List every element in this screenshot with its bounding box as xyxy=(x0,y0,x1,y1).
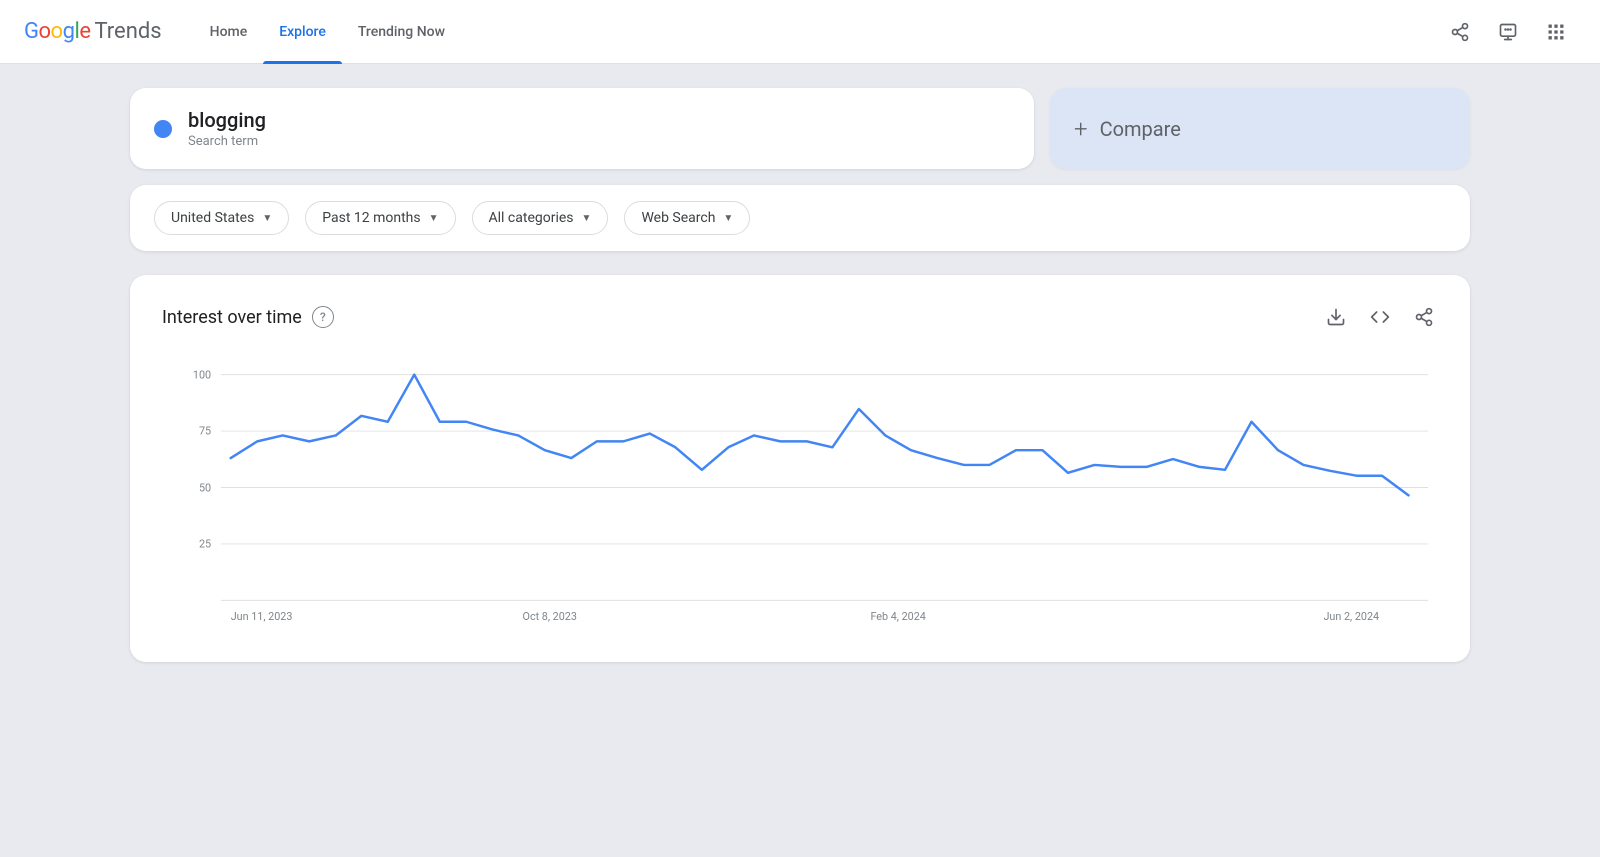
share-chart-button[interactable] xyxy=(1410,303,1438,331)
nav-home[interactable]: Home xyxy=(194,0,264,64)
share-button[interactable] xyxy=(1440,12,1480,52)
chart-container: 100 75 50 25 Jun 11, 2023 Oct 8, 2023 Fe… xyxy=(162,355,1438,634)
y-label-25: 25 xyxy=(199,537,211,550)
embed-button[interactable] xyxy=(1366,303,1394,331)
download-icon xyxy=(1326,307,1346,327)
logo: Google Trends xyxy=(24,19,162,44)
header-actions xyxy=(1440,12,1576,52)
nav-explore[interactable]: Explore xyxy=(263,0,342,64)
compare-label: Compare xyxy=(1100,117,1181,141)
filter-period[interactable]: Past 12 months ▼ xyxy=(305,201,455,235)
feedback-icon xyxy=(1498,22,1518,42)
feedback-button[interactable] xyxy=(1488,12,1528,52)
chart-title-row: Interest over time ? xyxy=(162,306,334,328)
download-button[interactable] xyxy=(1322,303,1350,331)
y-label-100: 100 xyxy=(193,369,211,382)
chevron-down-icon: ▼ xyxy=(429,213,439,224)
share-chart-icon xyxy=(1414,307,1434,327)
logo-letter-g2: g xyxy=(63,19,75,44)
logo-letter-g1: G xyxy=(24,19,39,44)
filter-period-label: Past 12 months xyxy=(322,210,420,226)
filter-search-type-label: Web Search xyxy=(641,210,715,226)
chart-header: Interest over time ? xyxy=(162,303,1438,331)
compare-plus-icon: + xyxy=(1074,115,1088,143)
chart-card: Interest over time ? xyxy=(130,275,1470,662)
help-icon[interactable]: ? xyxy=(312,306,334,328)
chart-title: Interest over time xyxy=(162,307,302,328)
search-card: blogging Search term xyxy=(130,88,1034,169)
filter-category[interactable]: All categories ▼ xyxy=(472,201,609,235)
nav-trending[interactable]: Trending Now xyxy=(342,0,461,64)
logo-letter-e: e xyxy=(79,19,90,44)
x-label-oct23: Oct 8, 2023 xyxy=(523,610,577,623)
logo-letter-o1: o xyxy=(39,19,51,44)
logo-google-text: Google xyxy=(24,19,90,44)
search-info: blogging Search term xyxy=(188,108,266,149)
chevron-down-icon: ▼ xyxy=(723,213,733,224)
search-dot xyxy=(154,120,172,138)
header: Google Trends Home Explore Trending Now xyxy=(0,0,1600,64)
filter-country[interactable]: United States ▼ xyxy=(154,201,289,235)
x-label-jun23: Jun 11, 2023 xyxy=(231,610,293,623)
filters-card: United States ▼ Past 12 months ▼ All cat… xyxy=(130,185,1470,251)
compare-card[interactable]: + Compare xyxy=(1050,88,1470,169)
y-label-75: 75 xyxy=(199,425,211,438)
chevron-down-icon: ▼ xyxy=(262,213,272,224)
logo-trends-text: Trends xyxy=(94,19,161,44)
filter-search-type[interactable]: Web Search ▼ xyxy=(624,201,750,235)
filter-country-label: United States xyxy=(171,210,254,226)
chart-actions xyxy=(1322,303,1438,331)
embed-icon xyxy=(1370,307,1390,327)
search-term-value: blogging xyxy=(188,108,266,132)
main-nav: Home Explore Trending Now xyxy=(194,0,1440,64)
apps-icon xyxy=(1546,22,1566,42)
search-term-label: Search term xyxy=(188,134,266,149)
filter-category-label: All categories xyxy=(489,210,574,226)
search-section: blogging Search term + Compare xyxy=(130,88,1470,169)
interest-over-time-chart: 100 75 50 25 Jun 11, 2023 Oct 8, 2023 Fe… xyxy=(162,355,1438,630)
chevron-down-icon: ▼ xyxy=(582,213,592,224)
y-label-50: 50 xyxy=(199,481,211,494)
trend-line xyxy=(231,375,1409,496)
x-label-jun24: Jun 2, 2024 xyxy=(1323,610,1379,623)
main-content: blogging Search term + Compare United St… xyxy=(50,64,1550,686)
logo-letter-o2: o xyxy=(51,19,63,44)
apps-button[interactable] xyxy=(1536,12,1576,52)
x-label-feb24: Feb 4, 2024 xyxy=(870,610,925,623)
share-icon xyxy=(1450,22,1470,42)
